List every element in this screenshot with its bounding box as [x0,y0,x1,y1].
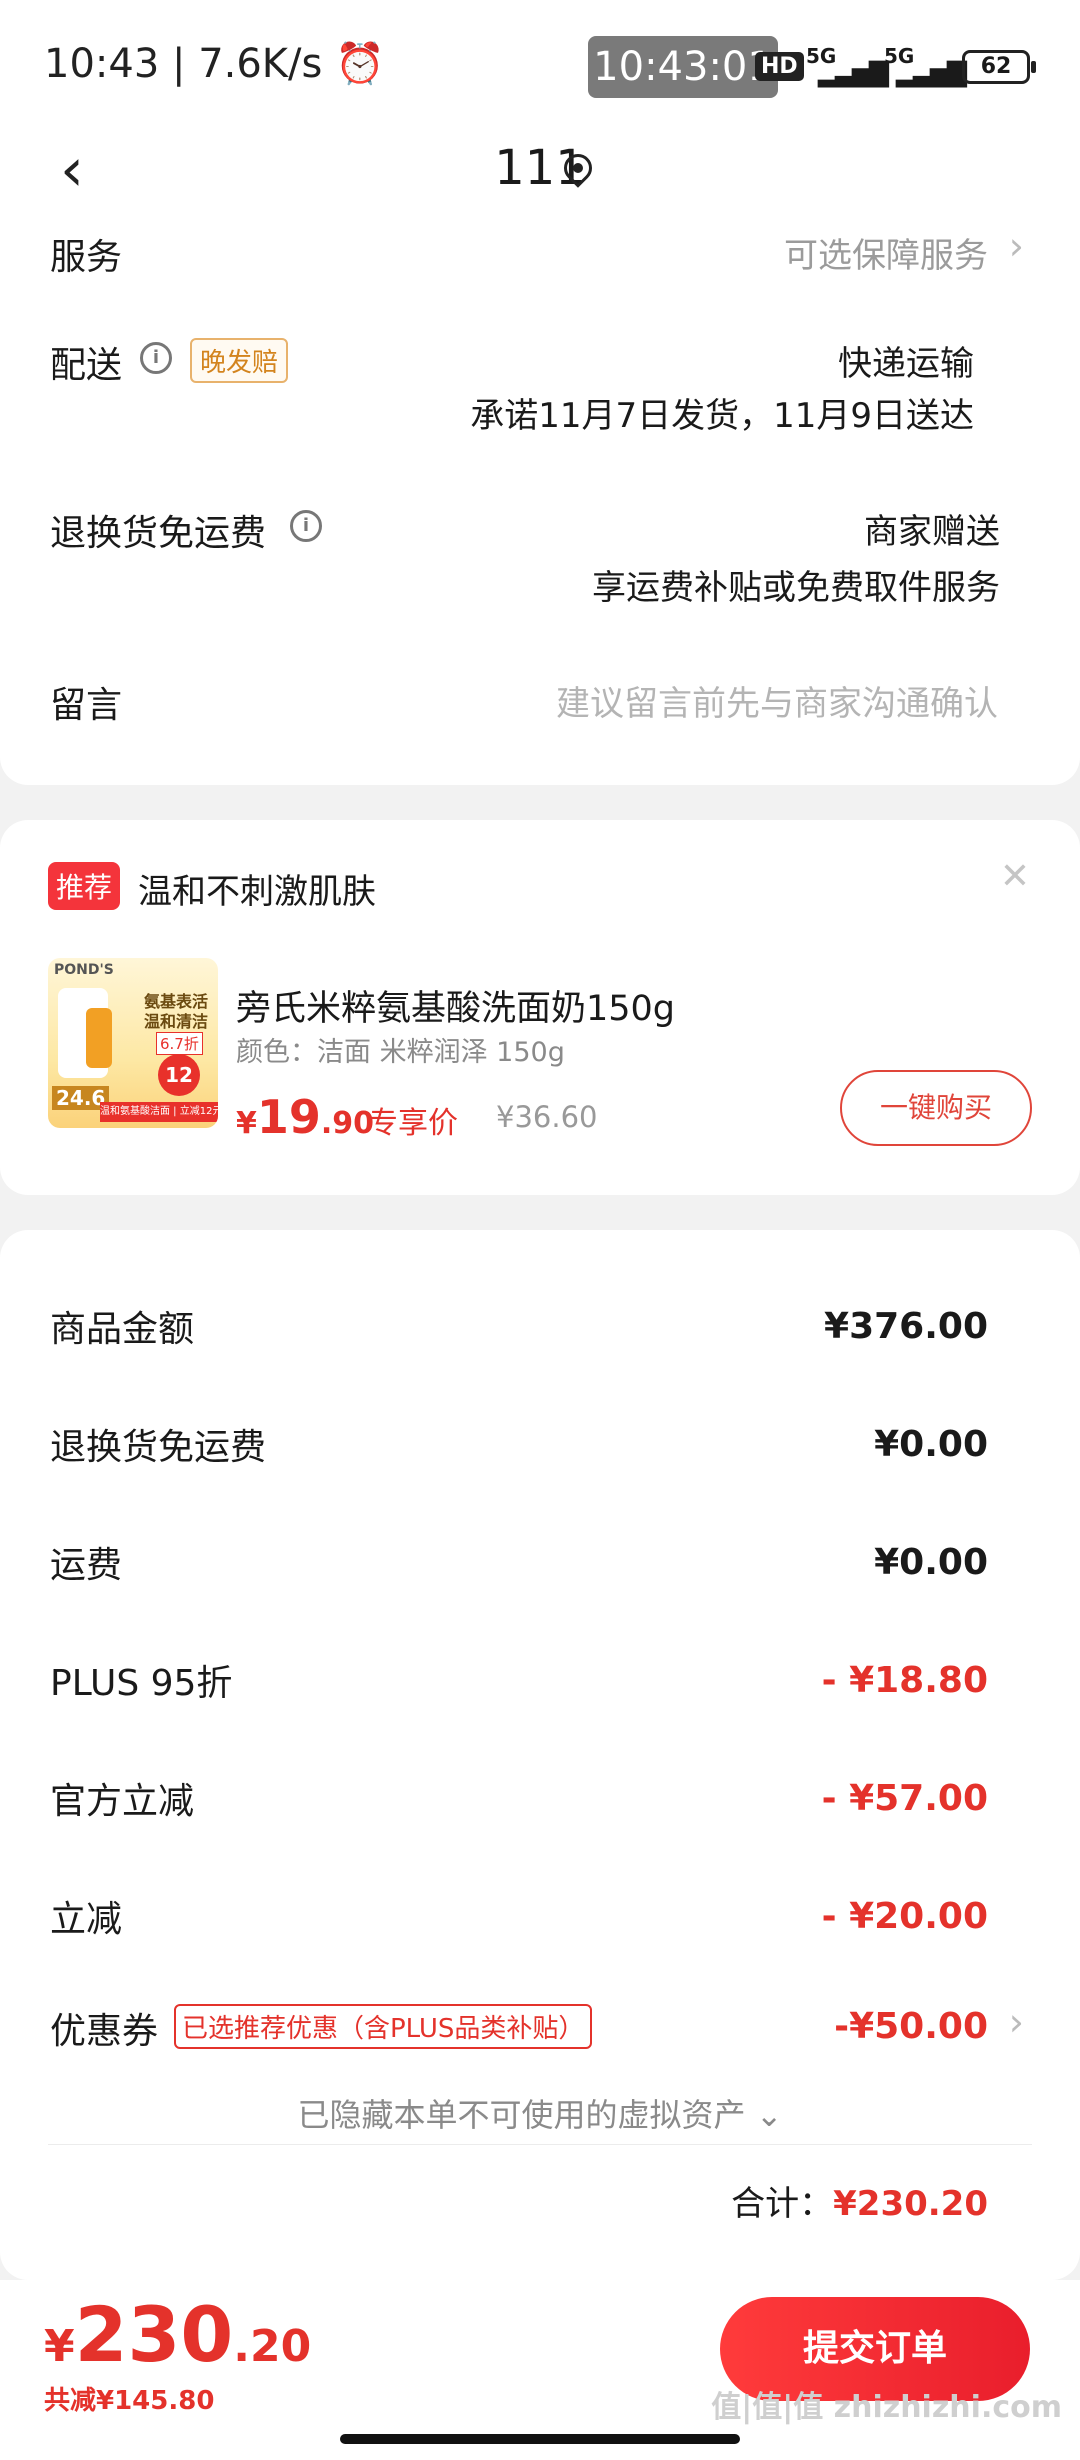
thumb-discount: 6.7折 [156,1032,203,1055]
summary-value: ¥0.00 [874,1542,988,1583]
product-thumbnail[interactable]: POND'S 氨基表活 温和清洁 6.7折 12 24.6 温和氨基酸洁面 | … [48,958,218,1128]
home-indicator[interactable] [340,2434,740,2444]
recommend-headline: 温和不刺激肌肤 [138,872,376,912]
saved-amount: 共减¥145.80 [44,2386,215,2416]
summary-value: ¥376.00 [824,1306,988,1347]
message-input[interactable]: 建议留言前先与商家沟通确认 [556,676,998,725]
summary-label: 立减 [50,1899,123,1940]
chevron-right-icon[interactable]: › [1009,2000,1024,2044]
close-icon[interactable]: ✕ [1000,856,1030,897]
summary-value: - ¥18.80 [821,1660,988,1701]
info-icon[interactable]: i [140,342,172,374]
thumb-brand: POND'S [54,962,114,978]
chevron-down-icon: ⌄ [755,2096,783,2134]
returns-value: 商家赠送 [864,512,1000,552]
coupon-tag: 已选推荐优惠（含PLUS品类补贴） [174,2004,593,2049]
original-price: ¥36.60 [496,1100,598,1134]
summary-label: 商品金额 [50,1309,195,1350]
summary-value: ¥0.00 [874,1424,988,1465]
one-click-buy-button[interactable]: 一键购买 [840,1070,1032,1146]
divider [48,2144,1032,2145]
bottom-price: ¥230.20 [44,2290,312,2379]
page-title: 111 [494,140,586,196]
total-row: 合计：¥230.20 [731,2184,988,2224]
returns-desc: 享运费补贴或免费取件服务 [592,568,1000,608]
info-icon[interactable]: i [290,510,322,542]
delivery-method: 快递运输 [838,344,974,384]
recommend-badge: 推荐 [48,862,121,910]
summary-value: - ¥57.00 [821,1778,988,1819]
hd-icon: HD [755,52,804,81]
watermark: 值|值|值 zhizhizhi.com [711,2390,1062,2425]
exclusive-price-tag: 专享价 [368,1106,458,1141]
summary-label: 官方立减 [50,1781,195,1822]
thumb-line2: 温和清洁 [144,1012,209,1031]
battery-icon: 62 [962,50,1036,84]
product-spec: 颜色：洁面 米粹润泽 150g [236,1037,565,1068]
message-label: 留言 [50,685,123,726]
service-value[interactable]: 可选保障服务 [784,228,988,277]
returns-label: 退换货免运费 [50,513,267,554]
thumb-banner: 温和氨基酸洁面 | 立减12元 [100,1102,218,1122]
product-cap [86,1008,112,1068]
signal-icon: ▂▃▅▇ [818,58,889,88]
service-label: 服务 [50,237,123,278]
coupon-value[interactable]: -¥50.00 [834,2006,988,2047]
chevron-right-icon[interactable]: › [1009,224,1024,268]
alarm-icon: ⏰ [335,41,385,87]
status-time: 10:43 | 7.6K/s ⏰ [44,41,385,87]
hidden-assets-toggle[interactable]: 已隐藏本单不可使用的虚拟资产 ⌄ [0,2090,1080,2136]
summary-label: 退换货免运费 [50,1427,267,1468]
delivery-promise: 承诺11月7日发货，11月9日送达 [470,396,974,436]
thumb-12-badge: 12 [158,1054,200,1096]
delivery-label: 配送 [50,345,123,386]
summary-label: PLUS 95折 [50,1663,233,1704]
product-name[interactable]: 旁氏米粹氨基酸洗面奶150g [236,980,675,1031]
summary-value: - ¥20.00 [821,1896,988,1937]
late-compensation-tag: 晚发赔 [190,338,289,383]
product-price: ¥19.90 [236,1090,375,1144]
signal-icon-2: ▂▃▅▇ [896,58,967,88]
summary-label: 运费 [50,1545,123,1586]
clock-pill: 10:43:01 [588,36,778,98]
coupon-label[interactable]: 优惠券 [50,2002,158,2054]
